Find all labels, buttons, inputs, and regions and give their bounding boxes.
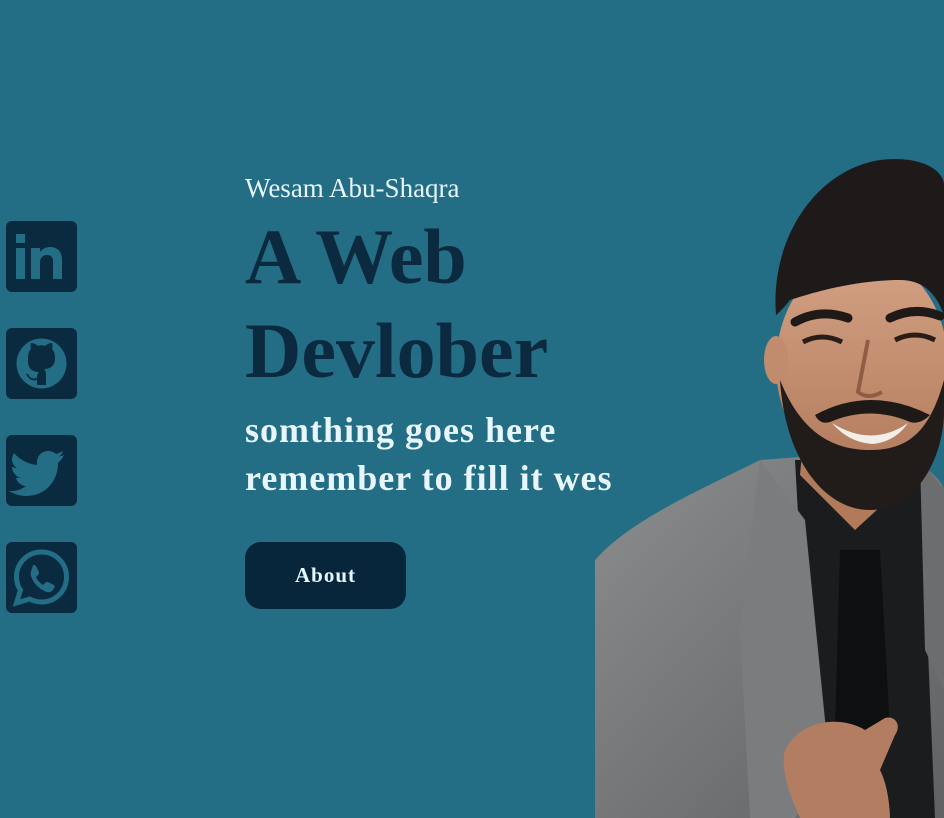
twitter-icon [9,451,64,496]
headline-line-1: A Web [245,213,467,300]
whatsapp-icon [12,549,70,607]
whatsapp-link[interactable] [6,542,77,613]
linkedin-link[interactable] [6,221,77,292]
landing-page: Wesam Abu-Shaqra A Web Devlober somthing… [0,0,944,818]
github-icon [16,338,67,389]
twitter-link[interactable] [6,435,77,506]
portrait-illustration [595,159,944,818]
linkedin-icon [16,234,62,279]
tagline-line-1: somthing goes here [245,410,557,450]
github-link[interactable] [6,328,77,399]
headline-line-2: Devlober [245,307,549,394]
about-button[interactable]: About [245,542,406,609]
social-links [6,221,77,613]
tagline-line-2: remember to fill it wes [245,458,613,498]
portrait-photo [590,130,944,818]
